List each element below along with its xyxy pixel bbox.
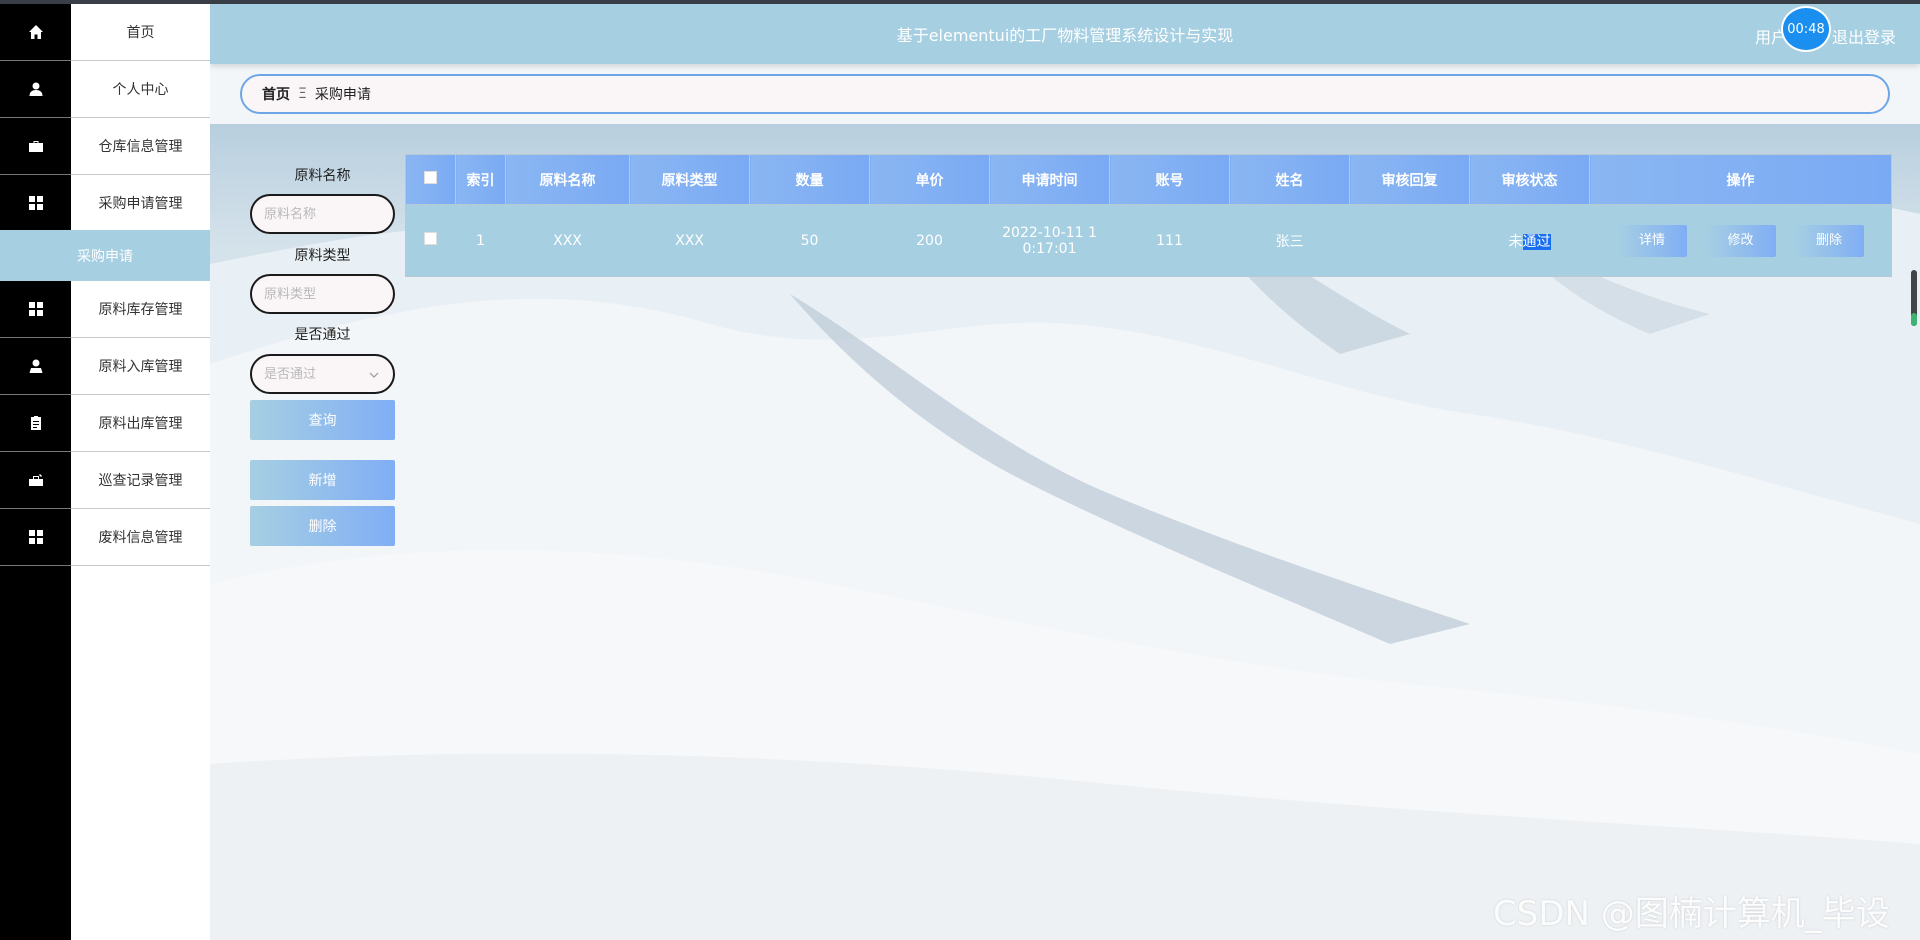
clipboard-icon[interactable]	[0, 395, 71, 452]
column-header: 审核状态	[1469, 154, 1590, 205]
column-header: 索引	[455, 154, 506, 205]
sidebar-item-waste[interactable]: 废料信息管理	[71, 509, 210, 566]
breadcrumb: 首页 Ξ 采购申请	[240, 74, 1890, 114]
recording-timer: 00:48	[1781, 6, 1831, 52]
column-header: 原料类型	[629, 154, 750, 205]
cell-review-reply	[1349, 204, 1470, 277]
grid-icon[interactable]	[0, 509, 71, 566]
app-title: 基于elementui的工厂物料管理系统设计与实现	[896, 26, 1234, 45]
sidebar-item-inspection[interactable]: 巡查记录管理	[71, 452, 210, 509]
cell-review-status: 未通过	[1469, 204, 1590, 277]
column-header: 审核回复	[1349, 154, 1470, 205]
breadcrumb-home[interactable]: 首页	[262, 84, 290, 104]
breadcrumb-separator-icon: Ξ	[298, 86, 307, 102]
row-checkbox[interactable]	[424, 232, 437, 245]
material-type-input[interactable]	[250, 274, 395, 314]
chevron-down-icon	[369, 372, 379, 378]
grid-icon[interactable]	[0, 175, 71, 232]
grid-icon[interactable]	[0, 281, 71, 338]
sidebar-item-profile[interactable]: 个人中心	[71, 61, 210, 118]
column-header: 单价	[869, 154, 990, 205]
row-select-cell	[405, 204, 456, 277]
briefcase-icon[interactable]	[0, 118, 71, 175]
sidebar-item-purchase[interactable]: 采购申请管理	[71, 175, 210, 232]
cell-material-name: XXX	[505, 204, 630, 277]
apply-time-line1: 2022-10-11 1	[1002, 224, 1097, 241]
cell-material-type: XXX	[629, 204, 750, 277]
add-button[interactable]: 新增	[250, 460, 395, 500]
sidebar-menu: 首页 个人中心 仓库信息管理 采购申请管理 原料库存管理 原料入库管理 原料出库…	[71, 4, 210, 940]
select-all-checkbox[interactable]	[424, 171, 437, 184]
breadcrumb-current: 采购申请	[314, 87, 371, 103]
toolbox-icon[interactable]	[0, 452, 71, 509]
column-header: 原料名称	[505, 154, 630, 205]
cell-quantity: 50	[749, 204, 870, 277]
cell-actions: 详情 修改 删除	[1589, 204, 1892, 277]
table-row: 1 XXX XXX 50 200 2022-10-11 1 0:17:01 11…	[405, 204, 1892, 277]
user-icon[interactable]	[0, 61, 71, 118]
column-header: 账号	[1109, 154, 1230, 205]
query-button[interactable]: 查询	[250, 400, 395, 440]
user-badge-icon[interactable]	[0, 338, 71, 395]
material-type-label: 原料类型	[294, 248, 351, 264]
cell-apply-time: 2022-10-11 1 0:17:01	[989, 204, 1110, 277]
sidebar-item-inventory[interactable]: 原料库存管理	[71, 281, 210, 338]
sidebar-icon-rail	[0, 4, 71, 940]
select-all-header	[405, 154, 456, 205]
watermark-text: CSDN @图楠计算机_毕设	[1493, 894, 1890, 934]
status-text-selected: 通过	[1522, 233, 1551, 250]
scrollbar-indicator	[1911, 313, 1917, 326]
cell-unit-price: 200	[869, 204, 990, 277]
purchase-request-table: 索引 原料名称 原料类型 数量 单价 申请时间 账号 姓名 审核回复 审核状态 …	[405, 154, 1892, 277]
table-header-row: 索引 原料名称 原料类型 数量 单价 申请时间 账号 姓名 审核回复 审核状态 …	[405, 154, 1892, 205]
delete-button[interactable]: 删除	[1793, 224, 1864, 257]
pass-status-label: 是否通过	[294, 327, 351, 343]
status-text-prefix: 未	[1508, 233, 1523, 250]
column-header: 姓名	[1229, 154, 1350, 205]
sidebar-item-home[interactable]: 首页	[71, 4, 210, 61]
material-name-input[interactable]	[250, 194, 395, 234]
edit-button[interactable]: 修改	[1705, 224, 1776, 257]
batch-delete-button[interactable]: 删除	[250, 506, 395, 546]
column-header: 申请时间	[989, 154, 1110, 205]
home-icon[interactable]	[0, 4, 71, 61]
column-header: 操作	[1589, 154, 1892, 205]
material-name-label: 原料名称	[294, 168, 351, 184]
sidebar-item-stock-in[interactable]: 原料入库管理	[71, 338, 210, 395]
apply-time-line2: 0:17:01	[1022, 240, 1077, 257]
sidebar-item-stock-out[interactable]: 原料出库管理	[71, 395, 210, 452]
top-header: 基于elementui的工厂物料管理系统设计与实现 用户 00:48 退出登录	[210, 4, 1920, 64]
cell-person-name: 张三	[1229, 204, 1350, 277]
sidebar-item-warehouse[interactable]: 仓库信息管理	[71, 118, 210, 175]
logout-button[interactable]: 退出登录	[1832, 24, 1896, 48]
detail-button[interactable]: 详情	[1617, 224, 1688, 257]
column-header: 数量	[749, 154, 870, 205]
cell-account: 111	[1109, 204, 1230, 277]
cell-index: 1	[455, 204, 506, 277]
sidebar-subitem-purchase-request[interactable]: 采购申请	[0, 230, 210, 281]
